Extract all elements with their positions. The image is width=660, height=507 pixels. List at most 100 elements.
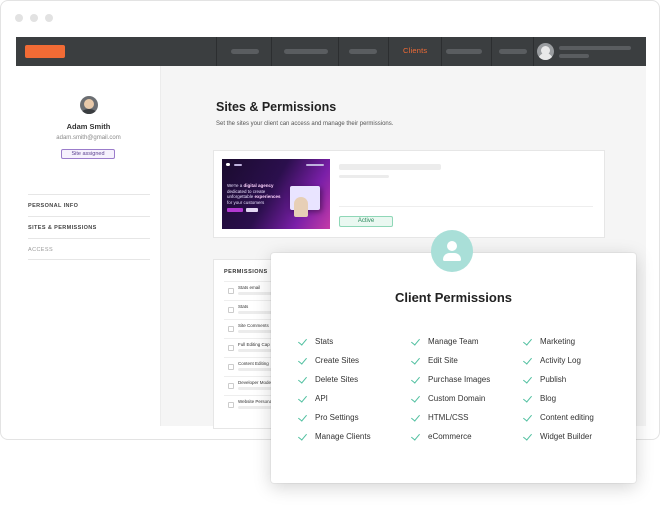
checkmark-icon xyxy=(523,357,534,364)
site-card[interactable]: We're a digital agency dedicated to crea… xyxy=(213,150,605,238)
permission-item: Delete Sites xyxy=(298,370,371,389)
checkbox[interactable] xyxy=(228,402,234,408)
site-name-placeholder xyxy=(339,164,441,170)
permission-item: Create Sites xyxy=(298,351,371,370)
account-role-placeholder xyxy=(559,54,589,58)
permission-column: Manage Team Edit Site Purchase Images Cu… xyxy=(411,332,490,446)
permission-item: Publish xyxy=(523,370,594,389)
window-dot xyxy=(45,14,53,22)
user-avatar-icon[interactable] xyxy=(537,43,554,60)
checkmark-icon xyxy=(298,395,309,402)
checkbox[interactable] xyxy=(228,364,234,370)
permission-label: Developer Mode xyxy=(238,380,272,385)
sidebar-item-access[interactable]: ACCESS xyxy=(28,238,150,260)
client-permissions-popup: Client Permissions Stats Create Sites De… xyxy=(271,253,636,483)
sidebar-item-sites-permissions[interactable]: SITES & PERMISSIONS xyxy=(28,216,150,238)
permission-item: Blog xyxy=(523,389,594,408)
thumbnail-menu xyxy=(306,164,324,166)
user-icon xyxy=(431,230,473,272)
client-email: adam.smith@gmail.com xyxy=(56,135,121,141)
window-controls xyxy=(15,14,53,22)
nav-divider xyxy=(216,37,217,66)
window-dot xyxy=(30,14,38,22)
permission-column: Stats Create Sites Delete Sites API Pro … xyxy=(298,332,371,446)
checkbox[interactable] xyxy=(228,307,234,313)
permission-label: Stats email xyxy=(238,285,261,290)
nav-divider xyxy=(271,37,272,66)
nav-divider xyxy=(441,37,442,66)
permission-item: Widget Builder xyxy=(523,427,594,446)
checkmark-icon xyxy=(411,357,422,364)
site-thumbnail[interactable]: We're a digital agency dedicated to crea… xyxy=(222,159,330,229)
permission-item: HTML/CSS xyxy=(411,408,490,427)
permission-item: Purchase Images xyxy=(411,370,490,389)
account-name-placeholder xyxy=(559,46,631,50)
top-navigation-bar: Clients xyxy=(16,37,646,66)
nav-item-placeholder[interactable] xyxy=(284,49,328,54)
checkmark-icon xyxy=(523,376,534,383)
divider xyxy=(339,206,593,207)
permission-item: Manage Team xyxy=(411,332,490,351)
nav-divider xyxy=(491,37,492,66)
nav-item-placeholder[interactable] xyxy=(231,49,259,54)
checkmark-icon xyxy=(298,338,309,345)
checkbox[interactable] xyxy=(228,326,234,332)
checkmark-icon xyxy=(298,433,309,440)
checkmark-icon xyxy=(411,433,422,440)
checkmark-icon xyxy=(298,414,309,421)
status-badge: Site assigned xyxy=(61,149,115,159)
permission-item: eCommerce xyxy=(411,427,490,446)
client-name: Adam Smith xyxy=(66,122,111,131)
checkmark-icon xyxy=(411,376,422,383)
checkmark-icon xyxy=(411,414,422,421)
thumbnail-person-image xyxy=(294,197,308,217)
nav-item-clients[interactable]: Clients xyxy=(403,46,427,55)
checkmark-icon xyxy=(523,395,534,402)
thumbnail-nav xyxy=(226,163,326,166)
page-subtitle: Set the sites your client can access and… xyxy=(216,121,394,127)
nav-item-placeholder[interactable] xyxy=(499,49,527,54)
permission-item: Content editing xyxy=(523,408,594,427)
permissions-header: PERMISSIONS xyxy=(224,269,268,275)
thumbnail-cta xyxy=(227,208,243,212)
nav-item-placeholder[interactable] xyxy=(446,49,482,54)
logo[interactable] xyxy=(25,45,65,58)
thumbnail-cta-secondary xyxy=(246,208,258,212)
checkmark-icon xyxy=(298,357,309,364)
checkbox[interactable] xyxy=(228,345,234,351)
sidebar-item-personal-info[interactable]: PERSONAL INFO xyxy=(28,194,150,216)
permission-label: Site Comments xyxy=(238,323,269,328)
permission-item: Stats xyxy=(298,332,371,351)
permission-item: API xyxy=(298,389,371,408)
permission-label: Stats xyxy=(238,304,249,309)
permission-label: Full Editing Cap xyxy=(238,342,270,347)
nav-divider xyxy=(388,37,389,66)
client-sidebar: Adam Smith adam.smith@gmail.com Site ass… xyxy=(16,66,161,426)
thumbnail-menu xyxy=(234,164,242,166)
site-url-placeholder xyxy=(339,175,389,178)
permission-label: Content Editing xyxy=(238,361,269,366)
thumbnail-logo xyxy=(226,163,230,166)
nav-divider xyxy=(533,37,534,66)
checkmark-icon xyxy=(523,414,534,421)
checkbox[interactable] xyxy=(228,288,234,294)
checkbox[interactable] xyxy=(228,383,234,389)
status-badge: Active xyxy=(339,216,393,227)
checkmark-icon xyxy=(411,338,422,345)
nav-divider xyxy=(338,37,339,66)
thumbnail-headline: We're a digital agency dedicated to crea… xyxy=(227,183,281,205)
avatar xyxy=(80,96,98,114)
checkmark-icon xyxy=(523,338,534,345)
checkmark-icon xyxy=(411,395,422,402)
permission-label: Website Personal xyxy=(238,399,274,404)
permission-item: Edit Site xyxy=(411,351,490,370)
page-title: Sites & Permissions xyxy=(216,100,337,114)
permission-item: Pro Settings xyxy=(298,408,371,427)
popup-title: Client Permissions xyxy=(394,290,513,305)
window-dot xyxy=(15,14,23,22)
permission-item: Manage Clients xyxy=(298,427,371,446)
checkmark-icon xyxy=(298,376,309,383)
nav-item-placeholder[interactable] xyxy=(349,49,377,54)
checkmark-icon xyxy=(523,433,534,440)
permission-column: Marketing Activity Log Publish Blog Cont… xyxy=(523,332,594,446)
